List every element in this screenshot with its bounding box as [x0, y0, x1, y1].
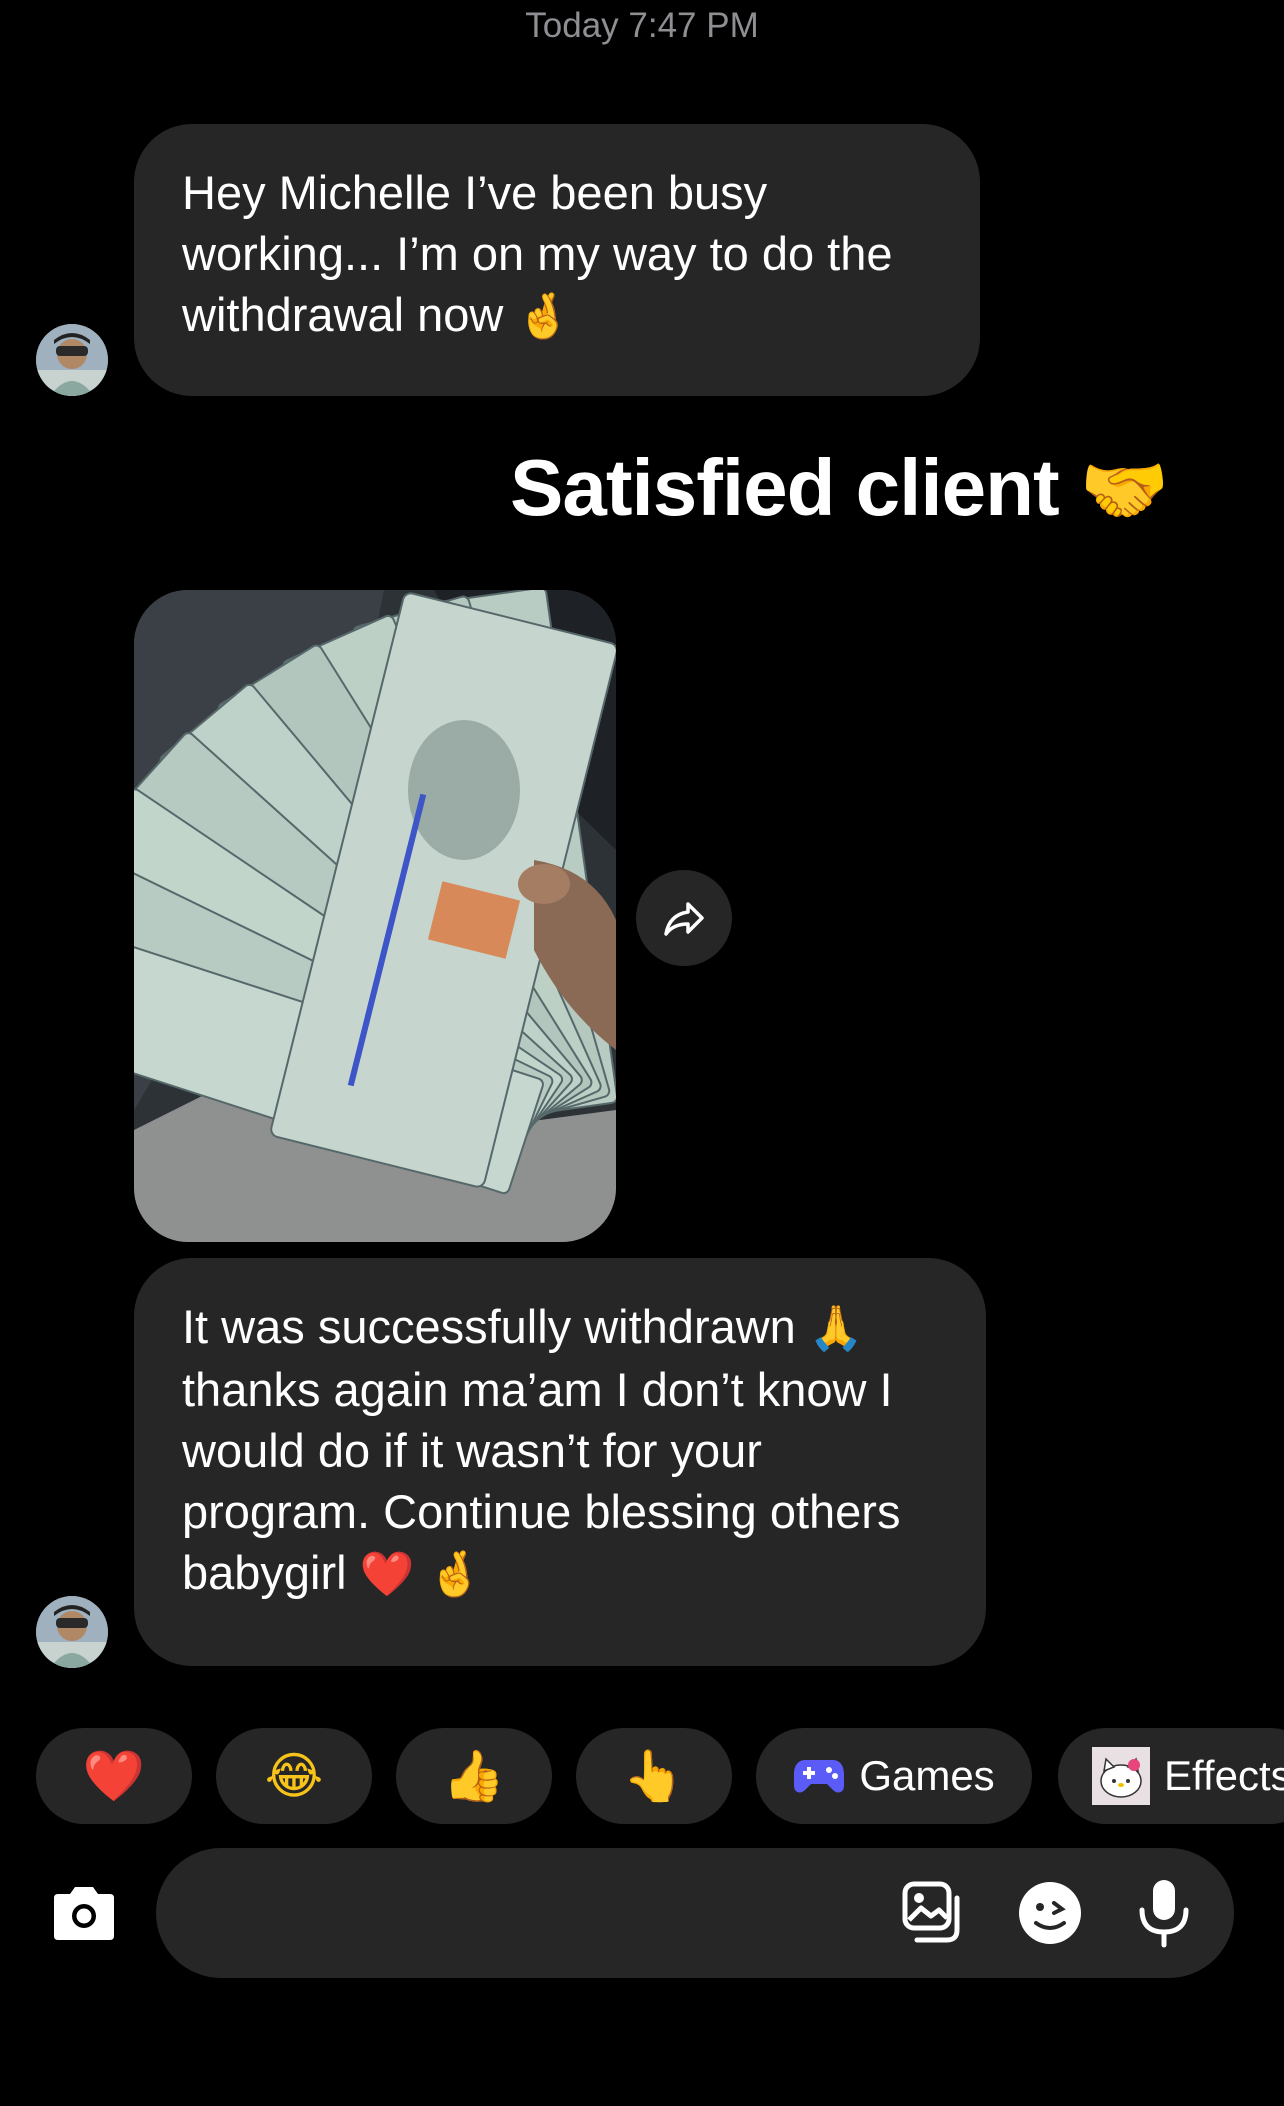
message-text: thanks again ma’am I don’t know I	[182, 1363, 893, 1416]
camera-icon	[54, 1887, 114, 1940]
sticker-icon	[1019, 1882, 1081, 1944]
reaction-point-button[interactable]: 👆	[576, 1728, 732, 1824]
avatar[interactable]	[36, 324, 108, 396]
gallery-button[interactable]	[898, 1877, 970, 1949]
sticker-button[interactable]	[1014, 1877, 1086, 1949]
shared-photo[interactable]	[134, 590, 616, 1242]
camera-button[interactable]	[36, 1866, 132, 1962]
message-bubble[interactable]: Hey Michelle I’ve been busy working... I…	[134, 124, 980, 396]
thumbs-up-emoji: 👍	[442, 1746, 506, 1805]
reaction-laugh-button[interactable]: 😂	[216, 1728, 372, 1824]
reaction-heart-button[interactable]: ❤️	[36, 1728, 192, 1824]
heart-emoji: ❤️	[82, 1746, 146, 1805]
gamepad-icon	[794, 1760, 845, 1793]
story-caption: Satisfied client 🤝	[510, 442, 1169, 534]
hello-kitty-effect-icon	[1092, 1747, 1150, 1805]
money-fan-image	[134, 590, 616, 1242]
handshake-emoji: 🤝	[1079, 448, 1170, 532]
message-text: would do if it wasn’t for your	[182, 1424, 762, 1477]
microphone-button[interactable]	[1128, 1877, 1200, 1949]
message-text: Hey Michelle I’ve been busy	[182, 166, 768, 219]
laughing-emoji: 😂	[264, 1747, 324, 1805]
message-input[interactable]	[196, 1878, 816, 1948]
quick-reactions-row: ❤️ 😂 👍 👆 Games Effects	[36, 1728, 1284, 1824]
games-label: Games	[859, 1752, 995, 1799]
message-text-line: babygirl ❤️ 🤞	[182, 1542, 940, 1605]
message-bubble[interactable]: It was successfully withdrawn 🙏 thanks a…	[134, 1258, 986, 1666]
message-text: program. Continue blessing others	[182, 1485, 901, 1538]
effects-label: Effects	[1164, 1752, 1284, 1799]
share-button[interactable]	[636, 870, 732, 966]
message-composer[interactable]	[156, 1848, 1234, 1978]
red-heart-emoji: ❤️	[359, 1549, 415, 1600]
message-text: working... I’m on my way to do the	[182, 227, 893, 280]
microphone-icon	[1139, 1880, 1189, 1948]
timestamp: Today 7:47 PM	[525, 6, 759, 45]
message-text: babygirl	[182, 1546, 347, 1599]
crossed-fingers-emoji: 🤞	[516, 291, 572, 342]
games-button[interactable]: Games	[756, 1728, 1032, 1824]
share-icon	[664, 902, 704, 936]
avatar[interactable]	[36, 1596, 108, 1668]
message-text-line: It was successfully withdrawn 🙏	[182, 1296, 940, 1359]
crossed-fingers-emoji: 🤞	[427, 1549, 483, 1600]
folded-hands-emoji: 🙏	[808, 1303, 864, 1354]
reaction-thumbs-up-button[interactable]: 👍	[396, 1728, 552, 1824]
message-text: withdrawal now	[182, 288, 504, 341]
caption-text: Satisfied client	[510, 443, 1060, 532]
message-text-line: withdrawal now 🤞	[182, 284, 934, 347]
effects-button[interactable]: Effects	[1058, 1728, 1284, 1824]
gallery-icon	[902, 1881, 960, 1943]
message-text: It was successfully withdrawn	[182, 1300, 796, 1353]
pointing-hand-emoji: 👆	[622, 1746, 686, 1805]
